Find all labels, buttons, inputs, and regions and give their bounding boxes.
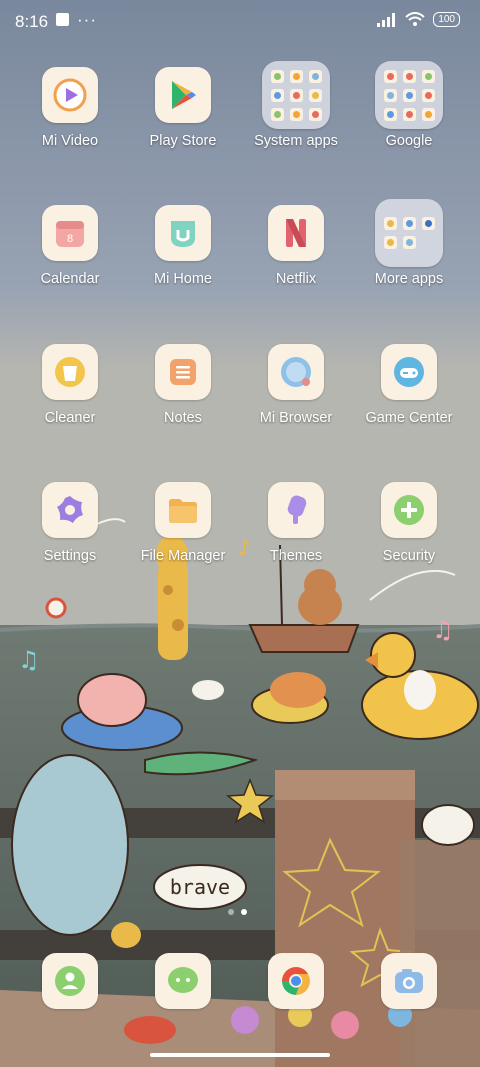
folder-more-apps[interactable]: More apps [352, 199, 466, 287]
app-mi-browser[interactable]: Mi Browser [239, 344, 353, 426]
app-security[interactable]: Security [352, 482, 466, 564]
app-label: Cleaner [44, 410, 96, 426]
notification-square-icon [56, 13, 69, 26]
mi-home-icon [155, 205, 211, 261]
app-label: Google [385, 133, 433, 149]
folder-icon [155, 482, 211, 538]
app-themes[interactable]: Themes [239, 482, 353, 564]
app-label: Netflix [275, 271, 317, 287]
app-label: Mi Browser [259, 410, 333, 426]
app-play-store[interactable]: Play Store [126, 67, 240, 149]
app-label: File Manager [140, 548, 226, 564]
app-game-center[interactable]: Game Center [352, 344, 466, 426]
dock-camera[interactable] [381, 953, 437, 1009]
folder-system-apps[interactable]: System apps [239, 61, 353, 149]
trash-icon [42, 344, 98, 400]
signal-icon [377, 12, 396, 27]
app-label: System apps [254, 133, 338, 149]
wifi-icon [405, 12, 425, 26]
dock-messages[interactable] [155, 953, 211, 1009]
folder-icon [262, 61, 330, 129]
chrome-icon [282, 967, 310, 995]
app-label: Mi Video [41, 133, 99, 149]
app-cleaner[interactable]: Cleaner [13, 344, 127, 426]
phone-icon [55, 966, 85, 996]
messages-icon [168, 967, 198, 993]
status-time: 8:16 [15, 12, 49, 31]
calendar-icon: 8 [42, 205, 98, 261]
folder-icon [375, 199, 443, 267]
page-indicator [228, 909, 247, 915]
app-label: Notes [164, 410, 202, 426]
app-netflix[interactable]: Netflix [239, 205, 353, 287]
app-label: Play Store [149, 133, 217, 149]
status-bar: 8:16 ··· 100 [0, 0, 480, 44]
app-label: Settings [43, 548, 97, 564]
app-settings[interactable]: Settings [13, 482, 127, 564]
app-label: Themes [269, 548, 323, 564]
dock-chrome[interactable] [268, 953, 324, 1009]
folder-icon [375, 61, 443, 129]
gear-icon [42, 482, 98, 538]
shield-plus-icon [381, 482, 437, 538]
dock-phone[interactable] [42, 953, 98, 1009]
calendar-day: 8 [67, 233, 73, 245]
folder-google[interactable]: Google [352, 61, 466, 149]
app-label: Security [382, 548, 436, 564]
svg-text:♫: ♫ [18, 646, 40, 674]
notes-icon [155, 344, 211, 400]
mi-video-icon [42, 67, 98, 123]
app-calendar[interactable]: 8 Calendar [13, 205, 127, 287]
page-dot [228, 909, 234, 915]
camera-icon [395, 969, 423, 993]
svg-text:♫: ♫ [432, 616, 454, 644]
app-label: Game Center [365, 410, 453, 426]
app-label: More apps [374, 271, 444, 287]
speech-bubble-text: brave [170, 875, 230, 899]
app-file-manager[interactable]: File Manager [126, 482, 240, 564]
app-mi-video[interactable]: Mi Video [13, 67, 127, 149]
play-store-icon [155, 67, 211, 123]
page-dot-active [241, 909, 247, 915]
home-indicator[interactable] [150, 1053, 330, 1057]
battery-indicator: 100 [433, 12, 460, 27]
app-label: Calendar [40, 271, 100, 287]
netflix-icon [268, 205, 324, 261]
app-notes[interactable]: Notes [126, 344, 240, 426]
app-mi-home[interactable]: Mi Home [126, 205, 240, 287]
browser-icon [268, 344, 324, 400]
more-notifications-icon: ··· [77, 10, 97, 29]
app-label: Mi Home [153, 271, 212, 287]
brush-icon [268, 482, 324, 538]
gamepad-icon [381, 344, 437, 400]
